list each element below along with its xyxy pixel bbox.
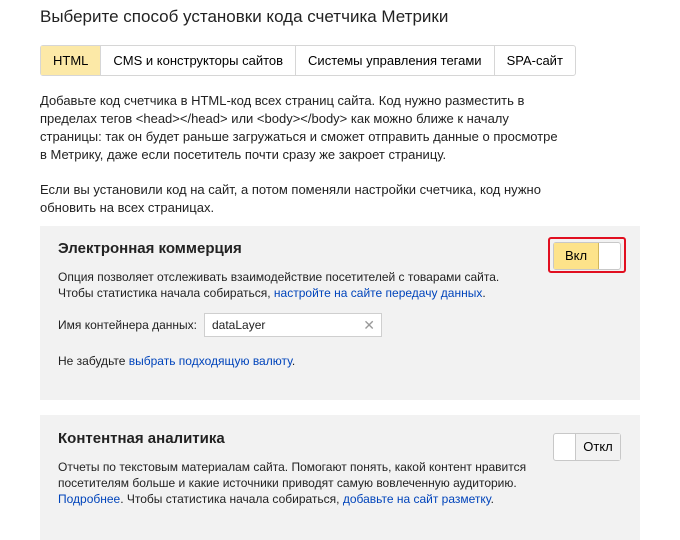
tab-spa[interactable]: SPA-сайт bbox=[493, 46, 575, 75]
content-analytics-title: Контентная аналитика bbox=[58, 430, 225, 447]
tab-html[interactable]: HTML bbox=[41, 46, 101, 75]
content-analytics-description: Отчеты по текстовым материалам сайта. По… bbox=[58, 460, 527, 506]
container-name-input[interactable]: dataLayer ✕ bbox=[204, 313, 382, 337]
update-note-paragraph: Если вы установили код на сайт, а потом … bbox=[40, 182, 541, 215]
container-name-label: Имя контейнера данных: bbox=[58, 318, 198, 332]
clear-icon[interactable]: ✕ bbox=[363, 314, 375, 336]
add-markup-link[interactable]: добавьте на сайт разметку bbox=[343, 492, 491, 506]
choose-currency-link[interactable]: выбрать подходящую валюту bbox=[129, 354, 292, 368]
content-analytics-toggle[interactable]: Откл bbox=[553, 433, 621, 461]
page-title: Выберите способ установки кода счетчика … bbox=[40, 7, 449, 26]
ecommerce-title: Электронная коммерция bbox=[58, 240, 242, 257]
intro-paragraph: Добавьте код счетчика в HTML-код всех ст… bbox=[40, 93, 558, 162]
content-analytics-toggle-label: Откл bbox=[575, 434, 620, 460]
ecommerce-description: Опция позволяет отслеживать взаимодейств… bbox=[58, 270, 500, 300]
setup-data-transfer-link[interactable]: настройте на сайте передачу данных bbox=[274, 286, 482, 300]
install-method-tabs: HTML CMS и конструкторы сайтов Системы у… bbox=[40, 45, 576, 76]
more-info-link[interactable]: Подробнее bbox=[58, 492, 120, 506]
tab-cms[interactable]: CMS и конструкторы сайтов bbox=[100, 46, 295, 75]
content-analytics-panel: Контентная аналитика Отчеты по текстовым… bbox=[40, 415, 640, 540]
tab-tag-managers[interactable]: Системы управления тегами bbox=[295, 46, 494, 75]
toggle-highlight-frame bbox=[548, 237, 626, 273]
ecommerce-desc-line1: Опция позволяет отслеживать взаимодейств… bbox=[58, 270, 500, 284]
ecommerce-desc-line2: Чтобы статистика начала собираться, bbox=[58, 286, 274, 300]
container-name-value: dataLayer bbox=[212, 318, 266, 332]
currency-note: Не забудьте выбрать подходящую валюту. bbox=[58, 354, 296, 368]
